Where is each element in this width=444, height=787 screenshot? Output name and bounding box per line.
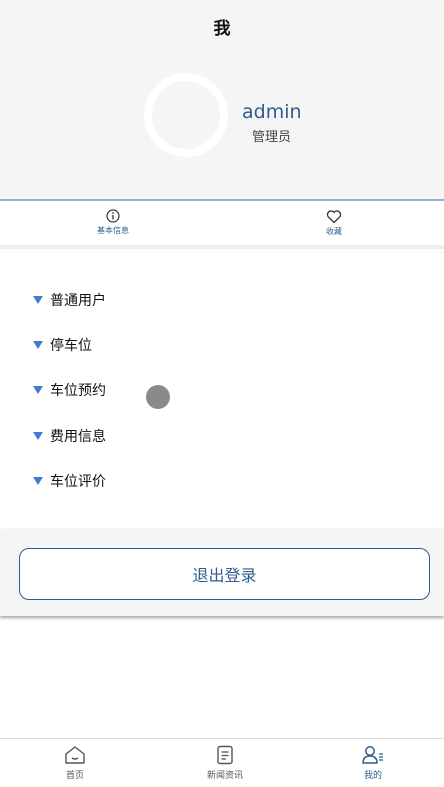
tab-home[interactable]: 首页	[40, 745, 110, 781]
caret-down-icon	[33, 477, 43, 485]
info-tabs: 基本信息 收藏	[0, 201, 444, 249]
tab-news-label: 新闻资讯	[206, 771, 243, 781]
menu-item-regular-users[interactable]: 普通用户	[33, 290, 106, 310]
menu-item-space-reviews[interactable]: 车位评价	[33, 471, 106, 491]
logout-section: 退出登录	[0, 529, 444, 616]
caret-down-icon	[33, 341, 43, 349]
tab-mine[interactable]: 我的	[338, 745, 408, 781]
menu-item-label: 普通用户	[50, 293, 106, 309]
touch-indicator	[146, 385, 170, 409]
menu-item-label: 车位预约	[50, 383, 106, 399]
menu-item-label: 车位评价	[50, 474, 106, 490]
basic-info-label: 基本信息	[97, 226, 129, 235]
document-icon	[217, 745, 233, 765]
info-icon	[106, 209, 120, 223]
logout-button[interactable]: 退出登录	[19, 548, 430, 600]
avatar[interactable]	[144, 73, 228, 157]
favorites-button[interactable]: 收藏	[304, 209, 364, 237]
user-icon	[362, 746, 383, 764]
menu-item-parking-spaces[interactable]: 停车位	[33, 335, 92, 355]
user-role: 管理员	[252, 130, 292, 145]
profile-header: 我 admin 管理员	[0, 0, 444, 200]
menu-item-space-reservation[interactable]: 车位预约	[33, 380, 106, 400]
caret-down-icon	[33, 296, 43, 304]
caret-down-icon	[33, 386, 43, 394]
menu-item-label: 费用信息	[50, 429, 106, 445]
favorites-label: 收藏	[326, 227, 342, 236]
menu-item-fee-info[interactable]: 费用信息	[33, 426, 106, 446]
user-name: admin	[242, 101, 302, 123]
heart-icon	[326, 210, 342, 224]
page-title: 我	[213, 19, 231, 39]
menu-item-label: 停车位	[50, 338, 92, 354]
tab-home-label: 首页	[65, 771, 84, 781]
basic-info-button[interactable]: 基本信息	[83, 209, 143, 236]
bottom-tabbar: 首页 新闻资讯 我的	[0, 738, 444, 787]
menu-panel: 普通用户 停车位 车位预约 费用信息 车位评价	[0, 253, 444, 529]
caret-down-icon	[33, 432, 43, 440]
tab-mine-label: 我的	[363, 771, 382, 781]
home-icon	[65, 746, 85, 764]
tab-news[interactable]: 新闻资讯	[190, 745, 260, 781]
